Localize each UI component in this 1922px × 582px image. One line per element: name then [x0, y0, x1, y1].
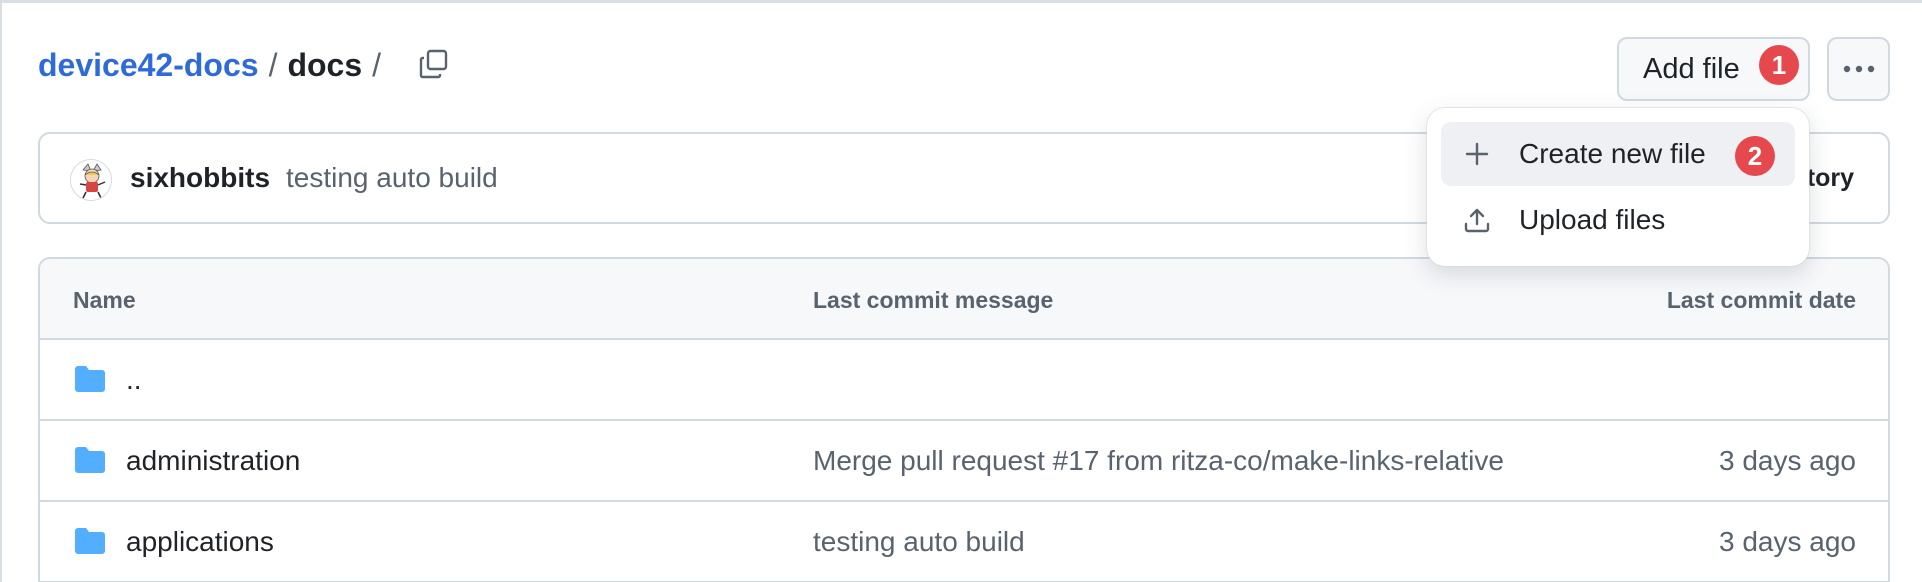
left-divider: [0, 0, 2, 582]
commit-date: 3 days ago: [1719, 526, 1856, 557]
avatar[interactable]: [70, 159, 112, 201]
copy-path-button[interactable]: [414, 44, 454, 84]
breadcrumb: device42-docs / docs /: [38, 42, 391, 88]
folder-icon: [75, 366, 105, 392]
plus-icon: [1457, 134, 1497, 174]
commit-message-link[interactable]: testing auto build: [813, 526, 1025, 558]
file-name[interactable]: ..: [126, 364, 142, 396]
table-row[interactable]: ..: [40, 340, 1888, 421]
commit-message[interactable]: testing auto build: [286, 162, 498, 194]
table-header: Name Last commit message Last commit dat…: [40, 259, 1888, 340]
breadcrumb-current-dir: docs: [287, 46, 363, 83]
menu-item-upload-files[interactable]: Upload files: [1441, 188, 1795, 252]
column-header-name: Name: [73, 287, 136, 313]
table-row[interactable]: applications testing auto build 3 days a…: [40, 502, 1888, 582]
file-table: Name Last commit message Last commit dat…: [38, 257, 1890, 582]
avatar-image: [71, 160, 111, 200]
folder-icon: [75, 528, 105, 554]
column-header-commit-message: Last commit message: [813, 287, 1054, 313]
add-file-menu: Create new file Upload files: [1427, 108, 1809, 266]
breadcrumb-repo-link[interactable]: device42-docs: [38, 47, 259, 84]
file-name[interactable]: applications: [126, 526, 274, 558]
commit-date: 3 days ago: [1719, 445, 1856, 476]
commit-author[interactable]: sixhobbits: [130, 162, 270, 194]
breadcrumb-separator: /: [268, 46, 278, 83]
folder-icon: [75, 447, 105, 473]
menu-item-label: Upload files: [1519, 204, 1666, 235]
menu-item-label: Create new file: [1519, 138, 1706, 169]
step-badge-2: 2: [1735, 136, 1775, 176]
kebab-horizontal-icon: [1843, 65, 1874, 73]
breadcrumb-trailing-separator: /: [372, 46, 382, 83]
history-link[interactable]: tory: [1807, 164, 1854, 193]
commit-message-link[interactable]: Merge pull request #17 from ritza-co/mak…: [813, 445, 1504, 477]
copy-icon: [419, 49, 448, 79]
file-name[interactable]: administration: [126, 445, 300, 477]
top-divider: [0, 0, 1922, 3]
step-badge-1: 1: [1759, 45, 1799, 85]
table-row[interactable]: administration Merge pull request #17 fr…: [40, 421, 1888, 502]
upload-icon: [1457, 200, 1497, 240]
more-options-button[interactable]: [1827, 37, 1890, 101]
column-header-commit-date: Last commit date: [1666, 287, 1856, 313]
add-file-label: Add file: [1643, 52, 1740, 85]
